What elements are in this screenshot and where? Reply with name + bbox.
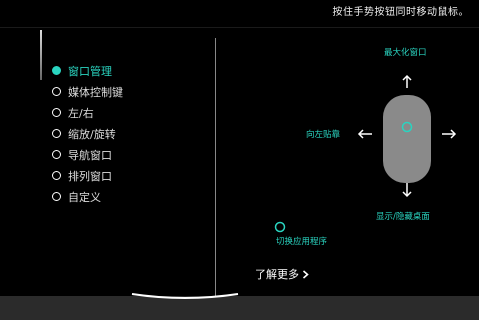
gesture-up-label: 最大化窗口 (384, 48, 427, 58)
arrow-up-icon (402, 74, 412, 88)
arrow-right-icon (442, 129, 457, 139)
click-gesture-icon (274, 221, 286, 233)
mouse-body-icon (383, 95, 431, 183)
chevron-right-icon (302, 269, 309, 279)
gesture-left-label: 向左贴靠 (306, 130, 341, 140)
learn-more-link[interactable]: 了解更多 (255, 266, 309, 282)
arrow-down-icon (402, 183, 412, 198)
scroll-curve-indicator (131, 293, 239, 299)
arrow-left-icon (357, 129, 372, 139)
learn-more-label: 了解更多 (255, 268, 299, 281)
gesture-down-label: 显示/隐藏桌面 (376, 212, 430, 222)
gesture-click-label: 切换应用程序 (276, 237, 328, 247)
